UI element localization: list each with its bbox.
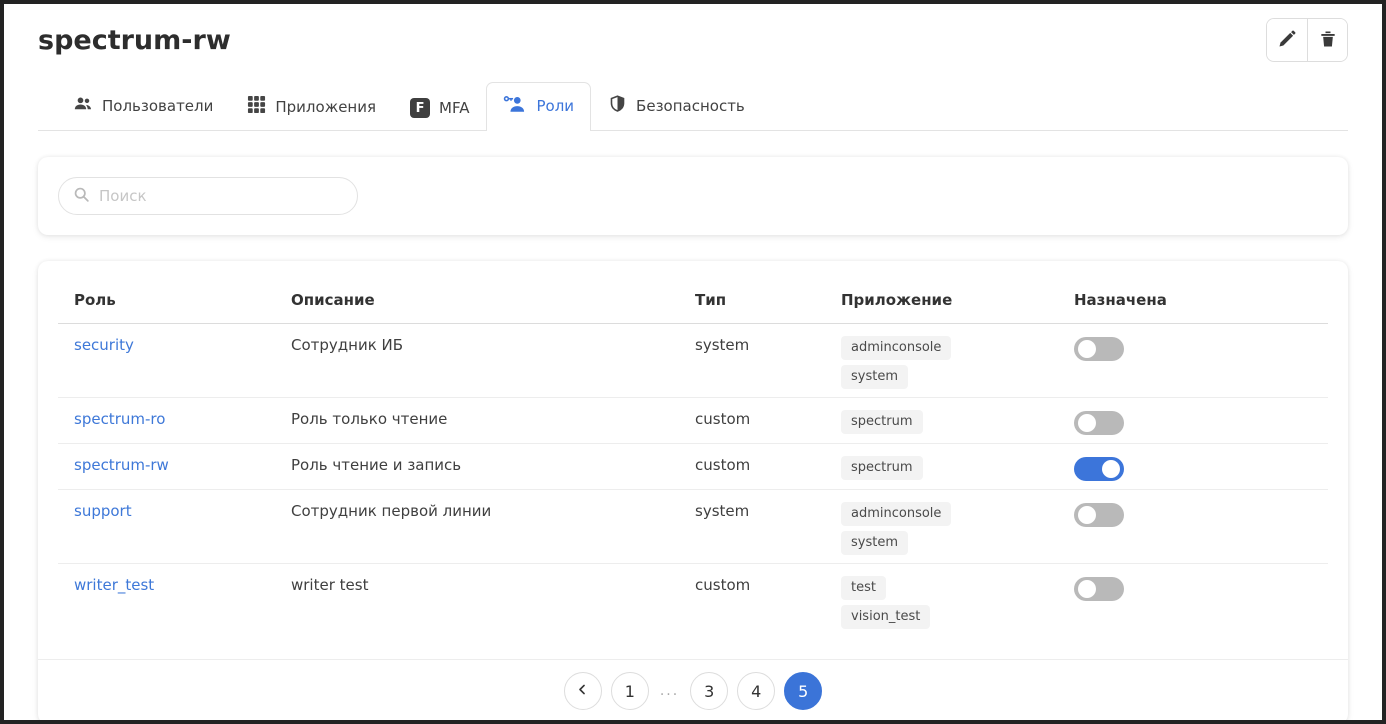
role-type: custom — [679, 564, 825, 660]
app-badge: adminconsole — [841, 502, 951, 526]
role-link[interactable]: security — [74, 336, 134, 354]
table-row: security Сотрудник ИБ system adminconsol… — [58, 324, 1328, 398]
pagination-page-button[interactable]: 5 — [784, 672, 822, 710]
delete-button[interactable] — [1307, 19, 1347, 61]
column-header-application: Приложение — [825, 269, 1058, 324]
role-description: Сотрудник первой линии — [275, 490, 679, 564]
app-badge-list: test vision_test — [841, 576, 1042, 629]
table-row: writer_test writer test custom test visi… — [58, 564, 1328, 660]
assigned-toggle[interactable] — [1074, 577, 1124, 601]
role-key-person-icon — [503, 94, 527, 118]
role-description: Роль только чтение — [275, 398, 679, 444]
app-badge: spectrum — [841, 410, 923, 434]
tab-security[interactable]: Безопасность — [591, 82, 762, 130]
app-badge: adminconsole — [841, 336, 951, 360]
pagination-page-button[interactable]: 1 — [611, 672, 649, 710]
assigned-toggle[interactable] — [1074, 503, 1124, 527]
app-badge-list: adminconsole system — [841, 502, 1042, 555]
app-badge-list: spectrum — [841, 410, 1042, 434]
toggle-knob — [1102, 460, 1120, 478]
table-row: spectrum-rw Роль чтение и запись custom … — [58, 444, 1328, 490]
toggle-knob — [1078, 580, 1096, 598]
app-badge: test — [841, 576, 886, 600]
role-description: Сотрудник ИБ — [275, 324, 679, 398]
role-type: custom — [679, 444, 825, 490]
pagination-page-button[interactable]: 4 — [737, 672, 775, 710]
assigned-toggle[interactable] — [1074, 337, 1124, 361]
shield-icon — [608, 94, 627, 118]
app-badge: spectrum — [841, 456, 923, 480]
tab-mfa[interactable]: F MFA — [393, 86, 486, 130]
trash-icon — [1318, 29, 1338, 52]
column-header-type: Тип — [679, 269, 825, 324]
column-header-assigned: Назначена — [1058, 269, 1328, 324]
app-window: spectrum-rw — [0, 0, 1386, 724]
apps-grid-icon — [247, 95, 266, 118]
pagination: 1 ... 3 4 5 — [38, 659, 1348, 724]
role-type: system — [679, 490, 825, 564]
mfa-icon: F — [410, 98, 430, 118]
pagination-ellipsis: ... — [658, 683, 681, 699]
assigned-toggle[interactable] — [1074, 457, 1124, 481]
pencil-icon — [1277, 29, 1297, 52]
search-card — [38, 157, 1348, 235]
app-badge: system — [841, 531, 908, 555]
app-badge: vision_test — [841, 605, 930, 629]
toggle-knob — [1078, 414, 1096, 432]
roles-table: Роль Описание Тип Приложение Назначена s… — [58, 269, 1328, 659]
assigned-toggle[interactable] — [1074, 411, 1124, 435]
role-type: system — [679, 324, 825, 398]
chevron-left-icon — [575, 682, 590, 701]
search-input-wrapper — [58, 177, 358, 215]
toggle-knob — [1078, 340, 1096, 358]
role-link[interactable]: spectrum-rw — [74, 456, 169, 474]
search-icon — [73, 186, 90, 207]
app-badge: system — [841, 365, 908, 389]
tab-bar: Пользователи Приложения F MFA — [38, 82, 1348, 131]
mfa-icon-letter: F — [416, 101, 425, 116]
table-row: spectrum-ro Роль только чтение custom sp… — [58, 398, 1328, 444]
app-badge-list: adminconsole system — [841, 336, 1042, 389]
tab-roles[interactable]: Роли — [486, 82, 591, 131]
column-header-role: Роль — [58, 269, 275, 324]
role-type: custom — [679, 398, 825, 444]
pagination-page-button[interactable]: 3 — [690, 672, 728, 710]
users-icon — [73, 94, 93, 118]
app-badge-list: spectrum — [841, 456, 1042, 480]
role-link[interactable]: spectrum-ro — [74, 410, 165, 428]
toggle-knob — [1078, 506, 1096, 524]
tab-label: Пользователи — [102, 97, 213, 115]
role-link[interactable]: support — [74, 502, 132, 520]
edit-button[interactable] — [1267, 19, 1307, 61]
roles-table-card: Роль Описание Тип Приложение Назначена s… — [38, 261, 1348, 724]
pagination-prev-button[interactable] — [564, 672, 602, 710]
role-description: writer test — [275, 564, 679, 660]
table-row: support Сотрудник первой линии system ad… — [58, 490, 1328, 564]
tab-label: Приложения — [275, 98, 376, 116]
tab-label: MFA — [439, 99, 469, 117]
column-header-description: Описание — [275, 269, 679, 324]
tab-applications[interactable]: Приложения — [230, 83, 393, 130]
role-description: Роль чтение и запись — [275, 444, 679, 490]
role-link[interactable]: writer_test — [74, 576, 154, 594]
page-header: spectrum-rw — [38, 18, 1348, 62]
tab-label: Безопасность — [636, 97, 745, 115]
tab-label: Роли — [536, 97, 574, 115]
search-input[interactable] — [99, 187, 343, 205]
tab-users[interactable]: Пользователи — [56, 82, 230, 130]
table-header-row: Роль Описание Тип Приложение Назначена — [58, 269, 1328, 324]
header-action-group — [1266, 18, 1348, 62]
page-title: spectrum-rw — [38, 25, 231, 56]
